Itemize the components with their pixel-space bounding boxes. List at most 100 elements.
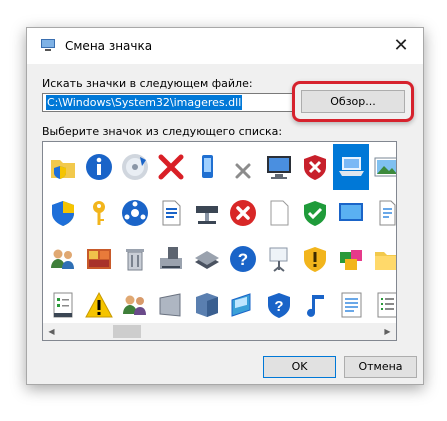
close-icon: ✕ (393, 34, 409, 56)
icon-cell[interactable] (333, 144, 369, 190)
close-button[interactable]: ✕ (379, 28, 423, 62)
icon-cell[interactable] (117, 282, 153, 328)
icon-cell[interactable] (81, 144, 117, 190)
checklist-icon (53, 292, 73, 318)
network-adapter-icon (196, 206, 218, 224)
horizontal-scrollbar[interactable]: ◀ ▶ (43, 323, 396, 340)
icon-cell[interactable] (81, 190, 117, 236)
icon-cell[interactable] (369, 282, 396, 328)
red-shield-x-icon (304, 155, 326, 180)
icon-cell[interactable] (189, 236, 225, 282)
icon-cell[interactable] (117, 144, 153, 190)
icon-cell[interactable] (189, 190, 225, 236)
scanner-icon (195, 251, 219, 269)
scroll-right-icon[interactable]: ▶ (379, 323, 396, 340)
image-gallery-icon (87, 249, 111, 269)
icon-cell[interactable] (297, 282, 333, 328)
icon-list-label: Выберите значок из следующего списка: (42, 125, 283, 138)
icon-cell[interactable] (117, 236, 153, 282)
music-note-icon (307, 295, 324, 317)
error-icon (230, 200, 256, 226)
icon-cell[interactable] (225, 190, 261, 236)
icon-cell[interactable] (153, 282, 189, 328)
browse-button[interactable]: Обзор... (301, 90, 405, 113)
warning-shield-icon (304, 247, 326, 272)
users-icon (51, 249, 74, 269)
icon-cell[interactable] (81, 282, 117, 328)
spreadsheet-icon (341, 292, 362, 318)
title-bar: Смена значка ✕ (27, 28, 423, 64)
icon-cell[interactable] (261, 144, 297, 190)
icon-cell[interactable] (153, 190, 189, 236)
screen-icon (339, 203, 363, 221)
file-path-value: C:\Windows\System32\imageres.dll (46, 95, 243, 110)
icon-cell[interactable] (81, 236, 117, 282)
icon-cell[interactable] (333, 190, 369, 236)
green-shield-check-icon (304, 201, 326, 226)
trash-icon (126, 249, 144, 271)
key-icon (93, 201, 105, 225)
warning-icon (85, 291, 113, 318)
icon-cell[interactable] (225, 282, 261, 328)
icon-cell[interactable] (189, 144, 225, 190)
icon-cell[interactable] (333, 236, 369, 282)
dialog-title: Смена значка (65, 39, 153, 53)
change-icon-dialog: Смена значка ✕ Искать значки в следующем… (26, 27, 424, 385)
blank-panel-icon (159, 293, 181, 317)
folder-icon (375, 252, 396, 270)
icon-cell[interactable] (45, 236, 81, 282)
laptop-icon (339, 157, 364, 176)
icon-cell[interactable] (45, 144, 81, 190)
blank-document-icon (270, 200, 289, 226)
scroll-thumb[interactable] (113, 325, 141, 338)
icon-cell[interactable] (297, 236, 333, 282)
list-document-icon (377, 292, 396, 318)
folder-shield-icon (51, 160, 75, 179)
icon-cell[interactable] (45, 190, 81, 236)
computer-monitor-icon (267, 156, 291, 179)
programs-icon (340, 250, 362, 270)
icon-cell[interactable] (153, 236, 189, 282)
uac-shield-icon (52, 201, 74, 226)
computer-tower-icon (160, 247, 182, 269)
printer-document-icon (379, 200, 396, 226)
icon-cell[interactable] (261, 236, 297, 282)
info-icon (86, 154, 112, 180)
icon-cell[interactable] (369, 144, 396, 190)
icon-cell[interactable] (225, 144, 261, 190)
icon-grid: ?? (45, 144, 396, 328)
icon-cell[interactable] (369, 236, 396, 282)
icon-cell[interactable] (117, 190, 153, 236)
projector-icon (269, 247, 288, 272)
file-path-input[interactable]: C:\Windows\System32\imageres.dll (42, 93, 295, 112)
cancel-button[interactable]: Отмена (344, 356, 417, 378)
icon-cell[interactable] (45, 282, 81, 328)
help-shield-icon: ? (268, 293, 290, 318)
document-icon (162, 200, 181, 226)
icon-cell[interactable] (261, 190, 297, 236)
ok-button[interactable]: OK (263, 356, 336, 378)
help-icon: ? (230, 246, 256, 272)
dvd-drive-icon (122, 154, 148, 180)
browse-highlight: Обзор... (292, 81, 414, 122)
picture-icon (374, 157, 396, 177)
icon-cell[interactable] (297, 144, 333, 190)
file-label: Искать значки в следующем файле: (42, 77, 253, 90)
window-icon (41, 39, 55, 51)
image-frame-icon (231, 293, 251, 317)
icon-cell[interactable] (369, 190, 396, 236)
mobile-device-icon (202, 155, 213, 178)
network-icon (122, 200, 148, 226)
scroll-left-icon[interactable]: ◀ (43, 323, 60, 340)
gray-x-icon (235, 163, 251, 179)
icon-list[interactable]: ?? ◀ ▶ (42, 141, 397, 341)
svg-text:?: ? (238, 250, 248, 269)
icon-cell[interactable] (153, 144, 189, 190)
users-group-icon (123, 295, 146, 315)
icon-cell[interactable]: ? (225, 236, 261, 282)
icon-cell[interactable] (333, 282, 369, 328)
icon-cell[interactable] (189, 282, 225, 328)
icon-cell[interactable] (297, 190, 333, 236)
icon-cell[interactable]: ? (261, 282, 297, 328)
svg-text:?: ? (274, 298, 283, 315)
